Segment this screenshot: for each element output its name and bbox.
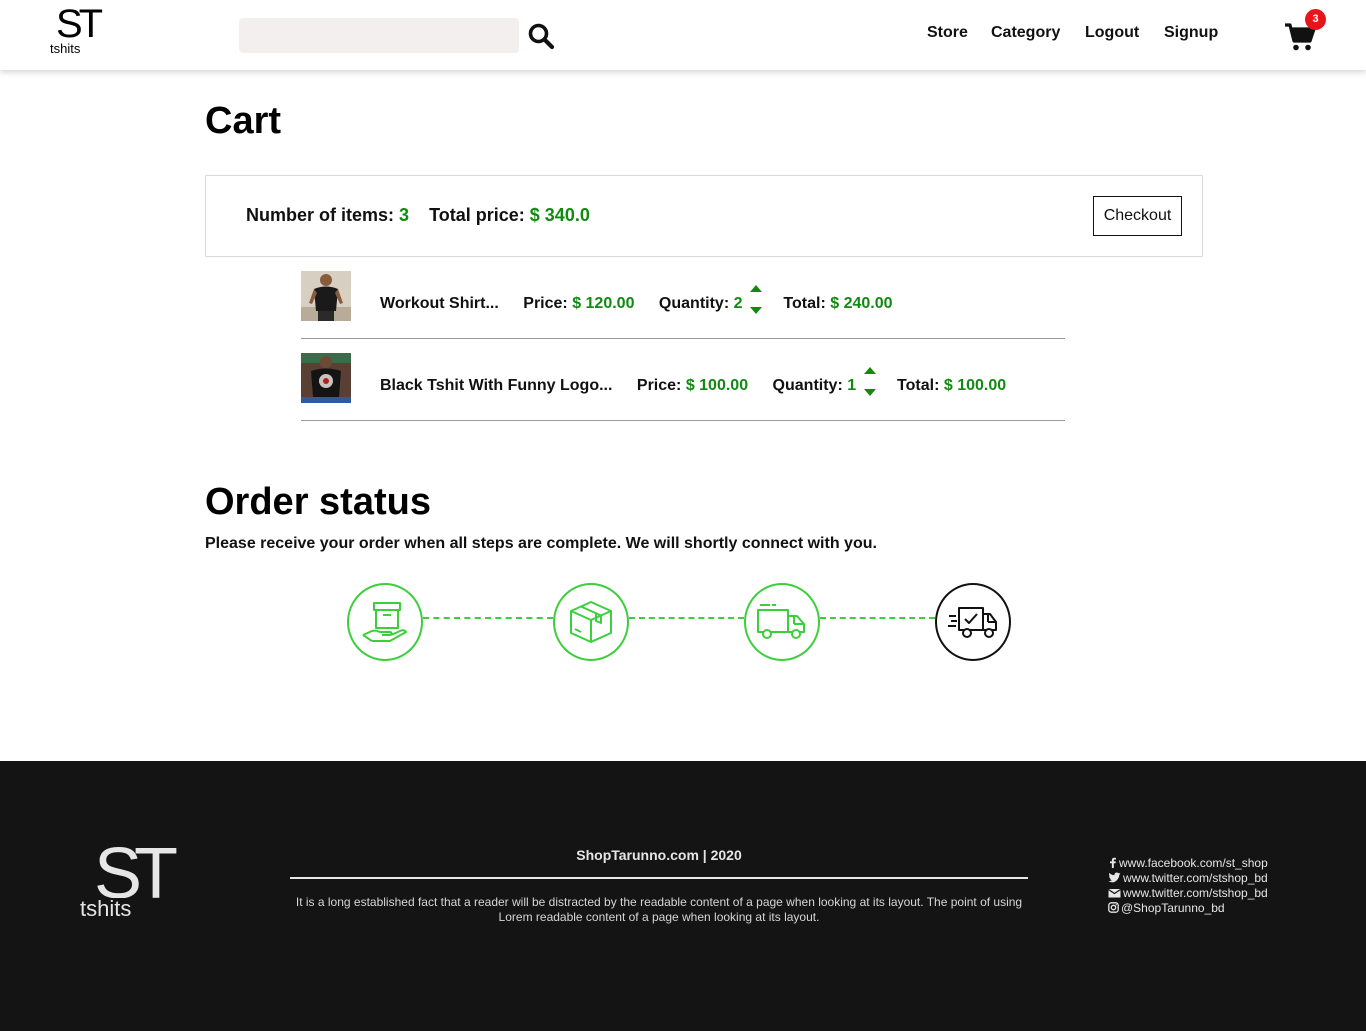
search-input[interactable] bbox=[239, 18, 519, 53]
order-status-subtitle: Please receive your order when all steps… bbox=[205, 535, 877, 552]
quantity-down-icon[interactable] bbox=[749, 307, 762, 314]
social-link-instagram[interactable]: @ShopTarunno_bd bbox=[1108, 901, 1268, 916]
footer-logo-subtitle: tshits bbox=[80, 896, 134, 921]
item-price: $ 100.00 bbox=[685, 377, 749, 395]
step-connector bbox=[629, 617, 744, 619]
nav-store[interactable]: Store bbox=[927, 24, 968, 42]
total-price-value: $ 340.0 bbox=[529, 205, 590, 225]
social-text: www.twitter.com/stshop_bd bbox=[1123, 886, 1268, 900]
item-details: Workout Shirt... Price: $ 120.00 Quantit… bbox=[380, 285, 893, 321]
cart-item-row: Workout Shirt... Price: $ 120.00 Quantit… bbox=[301, 257, 1065, 339]
item-total-label: Total: bbox=[897, 377, 940, 395]
cart-title: Cart bbox=[205, 100, 282, 142]
quantity-up-icon[interactable] bbox=[863, 367, 876, 374]
social-link-facebook[interactable]: www.facebook.com/st_shop bbox=[1108, 856, 1268, 871]
item-total-label: Total: bbox=[783, 295, 826, 313]
logo-letters: ST bbox=[56, 2, 103, 46]
quantity-stepper bbox=[749, 283, 763, 317]
order-step-received bbox=[347, 583, 423, 661]
site-footer: ST tshits ShopTarunno.com | 2020 It is a… bbox=[0, 761, 1366, 1031]
site-header: ST tshits Store Category Logout Signup 3 bbox=[0, 0, 1366, 70]
social-text: www.facebook.com/st_shop bbox=[1119, 856, 1268, 870]
nav-category[interactable]: Category bbox=[991, 24, 1060, 42]
footer-description: It is a long established fact that a rea… bbox=[295, 895, 1023, 924]
order-step-packed bbox=[553, 583, 629, 661]
social-links: www.facebook.com/st_shop www.twitter.com… bbox=[1108, 856, 1268, 916]
item-quantity: 2 bbox=[733, 295, 743, 313]
item-quantity: 1 bbox=[847, 377, 857, 395]
items-count: 3 bbox=[399, 205, 410, 225]
cart-item-row: Black Tshit With Funny Logo... Price: $ … bbox=[301, 339, 1065, 421]
truck-icon bbox=[757, 604, 805, 639]
instagram-icon bbox=[1108, 902, 1119, 913]
quantity-stepper bbox=[863, 365, 877, 399]
social-text: www.twitter.com/stshop_bd bbox=[1123, 871, 1268, 885]
price-label: Price: bbox=[523, 295, 568, 313]
items-label: Number of items: bbox=[246, 205, 395, 225]
item-total: $ 100.00 bbox=[943, 377, 1007, 395]
footer-divider bbox=[290, 877, 1028, 879]
step-connector bbox=[423, 617, 553, 619]
cart-count-badge: 3 bbox=[1305, 9, 1326, 30]
quantity-label: Quantity: bbox=[772, 377, 843, 395]
envelope-icon bbox=[1108, 889, 1121, 898]
product-thumbnail[interactable] bbox=[301, 271, 351, 321]
product-thumbnail[interactable] bbox=[301, 353, 351, 403]
delivery-check-icon bbox=[948, 607, 997, 638]
step-connector bbox=[820, 617, 935, 619]
checkout-button[interactable]: Checkout bbox=[1093, 196, 1182, 236]
summary-text: Number of items: 3 Total price: $ 340.0 bbox=[246, 205, 590, 226]
social-link-twitter[interactable]: www.twitter.com/stshop_bd bbox=[1108, 871, 1268, 886]
site-logo[interactable]: ST tshits bbox=[48, 4, 108, 60]
cart-summary: Number of items: 3 Total price: $ 340.0 … bbox=[205, 175, 1203, 257]
total-price-label: Total price: bbox=[429, 205, 525, 225]
item-details: Black Tshit With Funny Logo... Price: $ … bbox=[380, 367, 1007, 403]
footer-logo[interactable]: ST tshits bbox=[80, 838, 190, 939]
social-link-email[interactable]: www.twitter.com/stshop_bd bbox=[1108, 886, 1268, 901]
quantity-down-icon[interactable] bbox=[863, 389, 876, 396]
price-label: Price: bbox=[636, 377, 682, 395]
logo-subtitle: tshits bbox=[50, 41, 82, 56]
item-name[interactable]: Workout Shirt... bbox=[380, 295, 499, 312]
hand-box-icon bbox=[362, 602, 407, 642]
order-status-title: Order status bbox=[205, 481, 431, 523]
order-step-delivered bbox=[935, 583, 1011, 661]
item-price: $ 120.00 bbox=[572, 295, 635, 313]
twitter-icon bbox=[1108, 872, 1121, 883]
quantity-label: Quantity: bbox=[658, 295, 730, 313]
nav-signup[interactable]: Signup bbox=[1164, 24, 1218, 42]
social-text: @ShopTarunno_bd bbox=[1121, 901, 1225, 915]
facebook-icon bbox=[1110, 857, 1116, 868]
package-icon bbox=[570, 601, 612, 643]
quantity-up-icon[interactable] bbox=[749, 285, 762, 292]
order-step-shipped bbox=[744, 583, 820, 661]
nav-logout[interactable]: Logout bbox=[1085, 24, 1139, 42]
item-name[interactable]: Black Tshit With Funny Logo... bbox=[380, 377, 612, 394]
item-total: $ 240.00 bbox=[830, 295, 893, 313]
footer-title: ShopTarunno.com | 2020 bbox=[576, 847, 742, 863]
search-icon[interactable] bbox=[527, 22, 555, 50]
